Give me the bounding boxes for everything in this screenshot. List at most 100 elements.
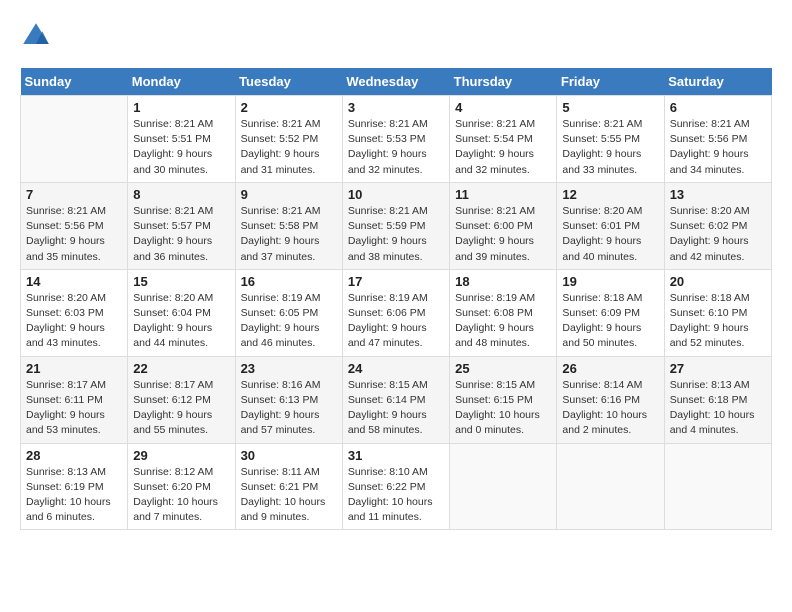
- day-info: Sunrise: 8:19 AMSunset: 6:08 PMDaylight:…: [455, 291, 551, 352]
- day-info: Sunrise: 8:21 AMSunset: 6:00 PMDaylight:…: [455, 204, 551, 265]
- day-info: Sunrise: 8:21 AMSunset: 5:54 PMDaylight:…: [455, 117, 551, 178]
- day-info: Sunrise: 8:13 AMSunset: 6:18 PMDaylight:…: [670, 378, 766, 439]
- weekday-header: Thursday: [450, 68, 557, 96]
- calendar-cell: 2 Sunrise: 8:21 AMSunset: 5:52 PMDaylight…: [235, 96, 342, 183]
- day-number: 28: [26, 448, 122, 463]
- calendar-cell: 11 Sunrise: 8:21 AMSunset: 6:00 PMDayligh…: [450, 182, 557, 269]
- day-number: 1: [133, 100, 229, 115]
- calendar-week-row: 21Sunrise: 8:17 AMSunset: 6:11 PMDayligh…: [21, 356, 772, 443]
- calendar-cell: [664, 443, 771, 530]
- weekday-header: Friday: [557, 68, 664, 96]
- calendar-cell: 30 Sunrise: 8:11 AMSunset: 6:21 PMDayligh…: [235, 443, 342, 530]
- calendar-cell: [21, 96, 128, 183]
- calendar-cell: 26 Sunrise: 8:14 AMSunset: 6:16 PMDayligh…: [557, 356, 664, 443]
- day-number: 11: [455, 187, 551, 202]
- day-info: Sunrise: 8:20 AMSunset: 6:04 PMDaylight:…: [133, 291, 229, 352]
- day-number: 19: [562, 274, 658, 289]
- calendar-cell: 28 Sunrise: 8:13 AMSunset: 6:19 PMDayligh…: [21, 443, 128, 530]
- calendar-cell: 14 Sunrise: 8:20 AMSunset: 6:03 PMDayligh…: [21, 269, 128, 356]
- day-number: 18: [455, 274, 551, 289]
- day-number: 5: [562, 100, 658, 115]
- page-header: [20, 20, 772, 52]
- header-row: SundayMondayTuesdayWednesdayThursdayFrid…: [21, 68, 772, 96]
- calendar-cell: 17Sunrise: 8:19 AMSunset: 6:06 PMDayligh…: [342, 269, 449, 356]
- day-info: Sunrise: 8:13 AMSunset: 6:19 PMDaylight:…: [26, 465, 122, 526]
- day-number: 24: [348, 361, 444, 376]
- day-number: 26: [562, 361, 658, 376]
- day-info: Sunrise: 8:21 AMSunset: 5:52 PMDaylight:…: [241, 117, 337, 178]
- day-number: 6: [670, 100, 766, 115]
- calendar-cell: 13Sunrise: 8:20 AMSunset: 6:02 PMDayligh…: [664, 182, 771, 269]
- day-number: 9: [241, 187, 337, 202]
- calendar-cell: 27Sunrise: 8:13 AMSunset: 6:18 PMDayligh…: [664, 356, 771, 443]
- calendar-cell: 23Sunrise: 8:16 AMSunset: 6:13 PMDayligh…: [235, 356, 342, 443]
- weekday-header: Tuesday: [235, 68, 342, 96]
- calendar-cell: 15 Sunrise: 8:20 AMSunset: 6:04 PMDayligh…: [128, 269, 235, 356]
- day-info: Sunrise: 8:10 AMSunset: 6:22 PMDaylight:…: [348, 465, 444, 526]
- calendar-week-row: 7 Sunrise: 8:21 AMSunset: 5:56 PMDaylight…: [21, 182, 772, 269]
- calendar-cell: 1Sunrise: 8:21 AMSunset: 5:51 PMDaylight…: [128, 96, 235, 183]
- calendar-cell: 29 Sunrise: 8:12 AMSunset: 6:20 PMDayligh…: [128, 443, 235, 530]
- day-info: Sunrise: 8:21 AMSunset: 5:53 PMDaylight:…: [348, 117, 444, 178]
- day-number: 16: [241, 274, 337, 289]
- weekday-header: Wednesday: [342, 68, 449, 96]
- calendar-week-row: 1Sunrise: 8:21 AMSunset: 5:51 PMDaylight…: [21, 96, 772, 183]
- day-number: 4: [455, 100, 551, 115]
- day-info: Sunrise: 8:20 AMSunset: 6:03 PMDaylight:…: [26, 291, 122, 352]
- day-number: 13: [670, 187, 766, 202]
- day-number: 12: [562, 187, 658, 202]
- calendar-cell: [557, 443, 664, 530]
- calendar-cell: 20 Sunrise: 8:18 AMSunset: 6:10 PMDayligh…: [664, 269, 771, 356]
- day-number: 8: [133, 187, 229, 202]
- day-info: Sunrise: 8:15 AMSunset: 6:14 PMDaylight:…: [348, 378, 444, 439]
- day-info: Sunrise: 8:21 AMSunset: 5:58 PMDaylight:…: [241, 204, 337, 265]
- day-number: 2: [241, 100, 337, 115]
- calendar-cell: 5 Sunrise: 8:21 AMSunset: 5:55 PMDaylight…: [557, 96, 664, 183]
- day-info: Sunrise: 8:17 AMSunset: 6:12 PMDaylight:…: [133, 378, 229, 439]
- calendar-cell: 12 Sunrise: 8:20 AMSunset: 6:01 PMDayligh…: [557, 182, 664, 269]
- calendar-week-row: 28 Sunrise: 8:13 AMSunset: 6:19 PMDayligh…: [21, 443, 772, 530]
- calendar-cell: 21Sunrise: 8:17 AMSunset: 6:11 PMDayligh…: [21, 356, 128, 443]
- day-info: Sunrise: 8:15 AMSunset: 6:15 PMDaylight:…: [455, 378, 551, 439]
- calendar-cell: 19Sunrise: 8:18 AMSunset: 6:09 PMDayligh…: [557, 269, 664, 356]
- weekday-header: Saturday: [664, 68, 771, 96]
- calendar-cell: 8 Sunrise: 8:21 AMSunset: 5:57 PMDaylight…: [128, 182, 235, 269]
- calendar-cell: 31Sunrise: 8:10 AMSunset: 6:22 PMDayligh…: [342, 443, 449, 530]
- day-info: Sunrise: 8:14 AMSunset: 6:16 PMDaylight:…: [562, 378, 658, 439]
- day-info: Sunrise: 8:12 AMSunset: 6:20 PMDaylight:…: [133, 465, 229, 526]
- day-info: Sunrise: 8:21 AMSunset: 5:57 PMDaylight:…: [133, 204, 229, 265]
- calendar-cell: 4 Sunrise: 8:21 AMSunset: 5:54 PMDaylight…: [450, 96, 557, 183]
- day-number: 29: [133, 448, 229, 463]
- day-info: Sunrise: 8:19 AMSunset: 6:05 PMDaylight:…: [241, 291, 337, 352]
- calendar-cell: [450, 443, 557, 530]
- calendar-cell: 22Sunrise: 8:17 AMSunset: 6:12 PMDayligh…: [128, 356, 235, 443]
- day-number: 25: [455, 361, 551, 376]
- day-number: 3: [348, 100, 444, 115]
- day-info: Sunrise: 8:21 AMSunset: 5:55 PMDaylight:…: [562, 117, 658, 178]
- calendar-cell: 18 Sunrise: 8:19 AMSunset: 6:08 PMDayligh…: [450, 269, 557, 356]
- day-info: Sunrise: 8:18 AMSunset: 6:10 PMDaylight:…: [670, 291, 766, 352]
- day-number: 14: [26, 274, 122, 289]
- day-info: Sunrise: 8:21 AMSunset: 5:59 PMDaylight:…: [348, 204, 444, 265]
- day-number: 23: [241, 361, 337, 376]
- calendar-cell: 24 Sunrise: 8:15 AMSunset: 6:14 PMDayligh…: [342, 356, 449, 443]
- calendar-cell: 7 Sunrise: 8:21 AMSunset: 5:56 PMDaylight…: [21, 182, 128, 269]
- calendar-cell: 10Sunrise: 8:21 AMSunset: 5:59 PMDayligh…: [342, 182, 449, 269]
- day-info: Sunrise: 8:21 AMSunset: 5:56 PMDaylight:…: [26, 204, 122, 265]
- day-info: Sunrise: 8:20 AMSunset: 6:01 PMDaylight:…: [562, 204, 658, 265]
- calendar-cell: 9 Sunrise: 8:21 AMSunset: 5:58 PMDaylight…: [235, 182, 342, 269]
- day-number: 20: [670, 274, 766, 289]
- day-info: Sunrise: 8:17 AMSunset: 6:11 PMDaylight:…: [26, 378, 122, 439]
- day-number: 7: [26, 187, 122, 202]
- logo-icon: [20, 20, 52, 52]
- calendar-cell: 16 Sunrise: 8:19 AMSunset: 6:05 PMDayligh…: [235, 269, 342, 356]
- calendar-cell: 3 Sunrise: 8:21 AMSunset: 5:53 PMDaylight…: [342, 96, 449, 183]
- day-info: Sunrise: 8:21 AMSunset: 5:56 PMDaylight:…: [670, 117, 766, 178]
- day-info: Sunrise: 8:11 AMSunset: 6:21 PMDaylight:…: [241, 465, 337, 526]
- calendar-cell: 6 Sunrise: 8:21 AMSunset: 5:56 PMDaylight…: [664, 96, 771, 183]
- logo: [20, 20, 56, 52]
- calendar-table: SundayMondayTuesdayWednesdayThursdayFrid…: [20, 68, 772, 530]
- weekday-header: Monday: [128, 68, 235, 96]
- day-number: 15: [133, 274, 229, 289]
- day-number: 30: [241, 448, 337, 463]
